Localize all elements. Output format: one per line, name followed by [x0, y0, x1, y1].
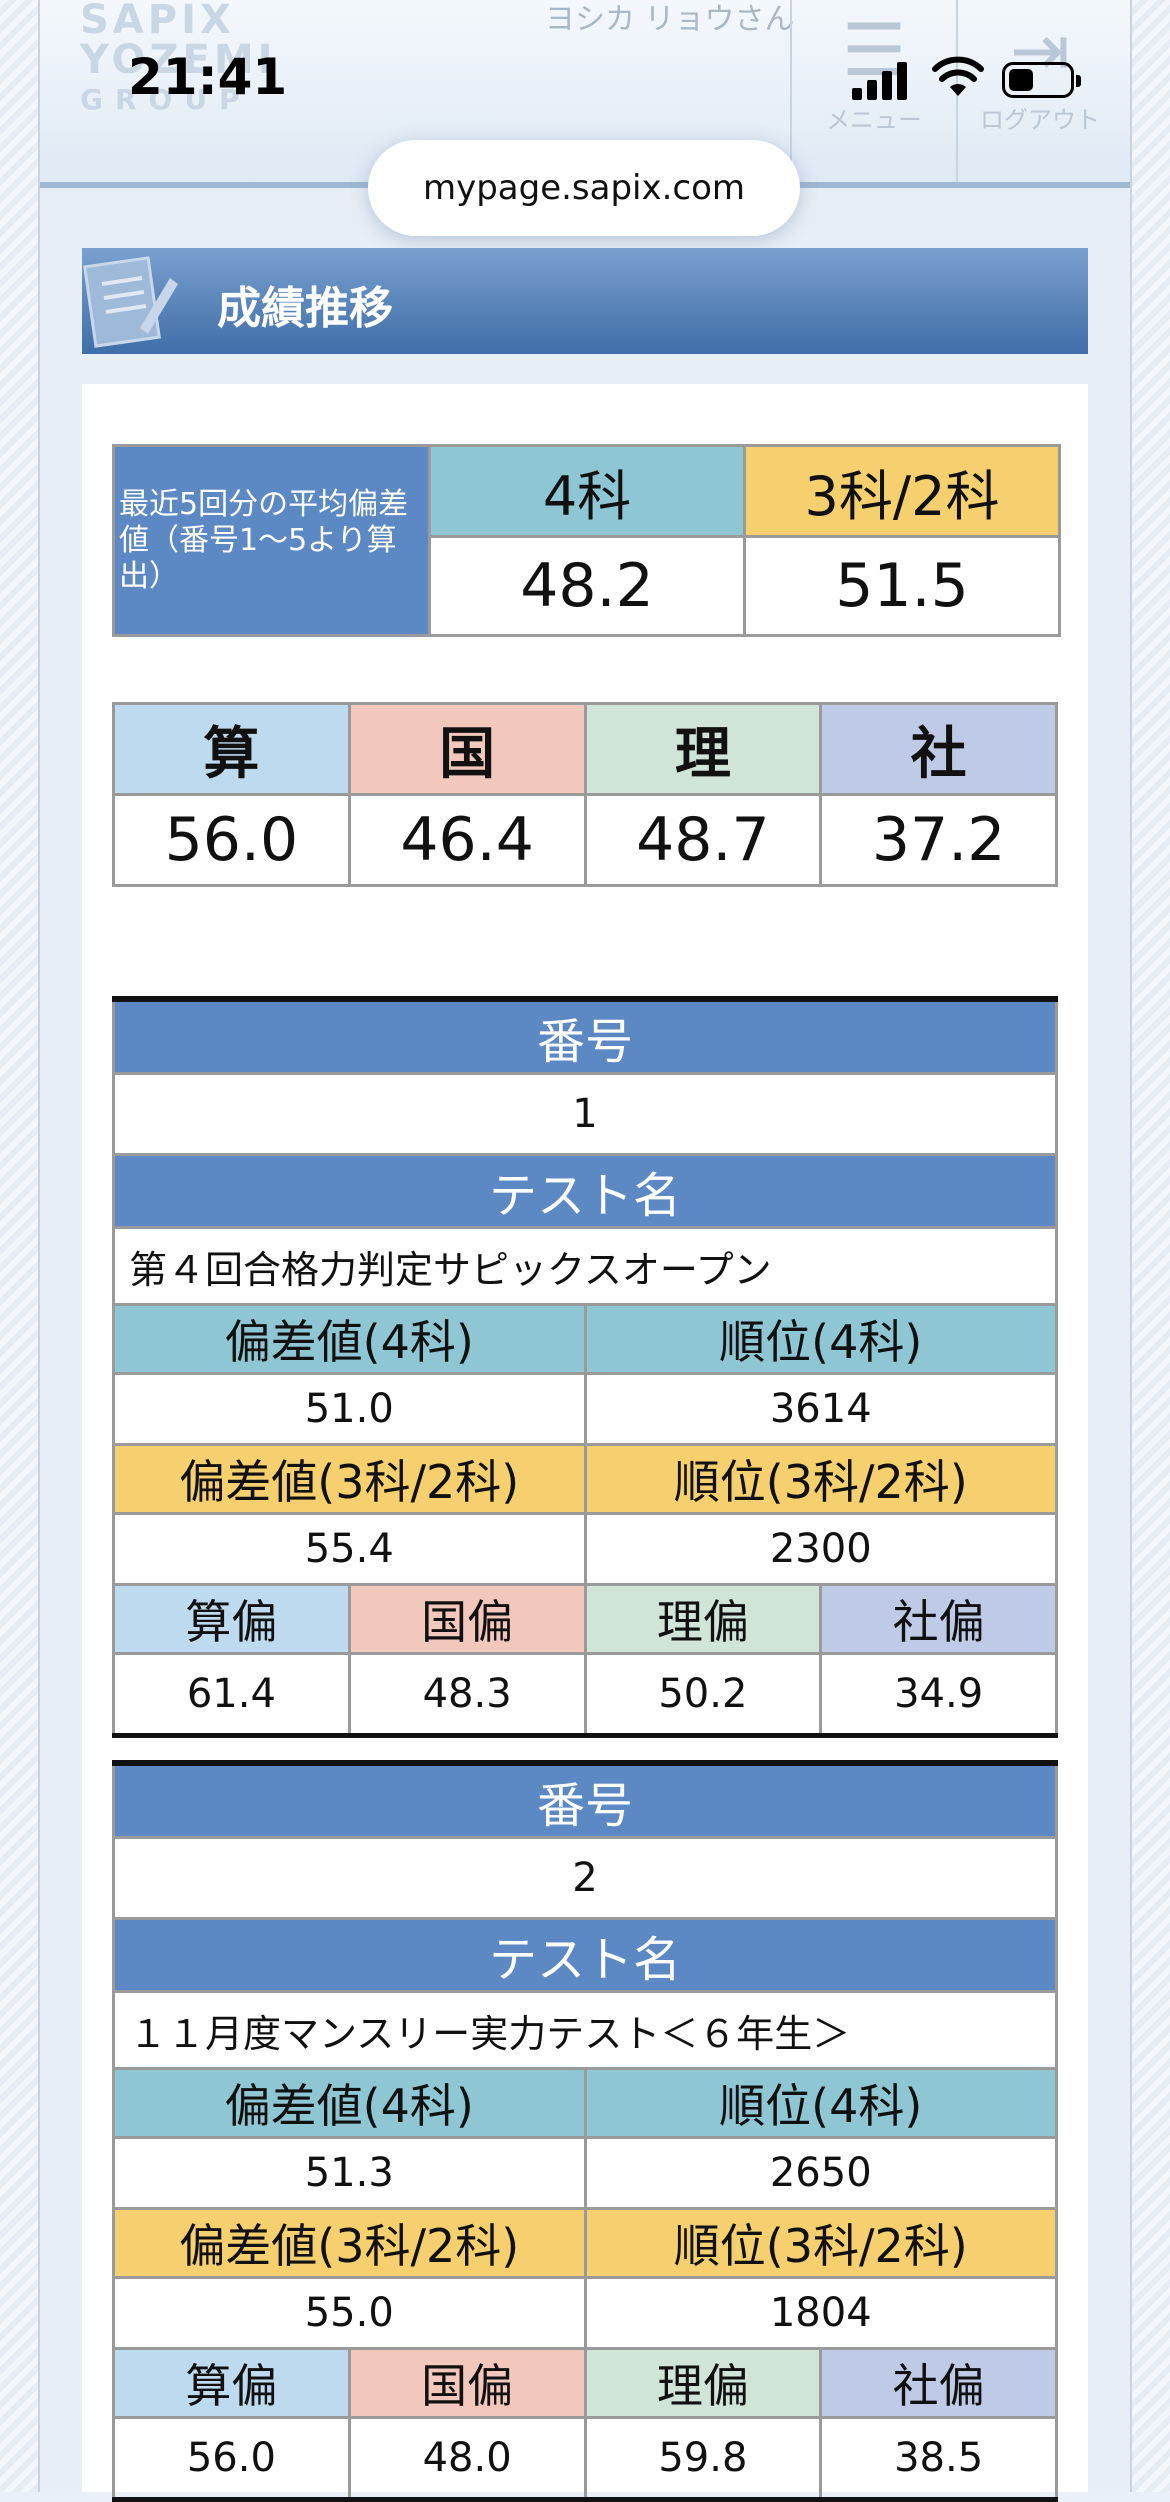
status-icons [852, 54, 1092, 104]
wifi-icon [932, 56, 984, 96]
test-name: １１月度マンスリー実力テスト＜６年生＞ [112, 1990, 1058, 2070]
average-3-subject-header: 3科/2科 [743, 444, 1061, 538]
subject-math-header: 算 [112, 702, 351, 796]
cellular-signal-icon [852, 60, 912, 100]
subject-average-table: 算 国 理 社 56.0 46.4 48.7 37.2 [112, 702, 1058, 887]
memo-pencil-icon [83, 256, 178, 348]
rank4-label: 順位(4科) [583, 1303, 1058, 1375]
japanese-dev-label: 国偏 [347, 2347, 587, 2419]
test-name: 第４回合格力判定サピックスオープン [112, 1226, 1058, 1306]
social-dev-label: 社偏 [819, 1583, 1058, 1655]
status-bar: 21:41 [0, 0, 1170, 150]
average-3-subject-value: 51.5 [743, 535, 1061, 637]
subject-math-value: 56.0 [112, 793, 351, 887]
rank4-value: 3614 [583, 1372, 1058, 1446]
subject-japanese-header: 国 [347, 702, 587, 796]
rank3-label: 順位(3科/2科) [583, 1443, 1058, 1515]
japanese-dev-value: 48.3 [347, 1652, 587, 1737]
dev3-label: 偏差値(3科/2科) [112, 1443, 587, 1515]
test-name-label: テスト名 [112, 1154, 1058, 1228]
japanese-dev-label: 国偏 [347, 1583, 587, 1655]
math-dev-label: 算偏 [112, 1583, 351, 1655]
math-dev-label: 算偏 [112, 2347, 351, 2419]
test-number: 2 [112, 1836, 1058, 1920]
number-label: 番号 [112, 1763, 1058, 1838]
number-label: 番号 [112, 999, 1058, 1074]
average-label: 最近5回分の平均偏差値（番号1〜5より算出） [112, 444, 431, 637]
social-dev-value: 34.9 [819, 1652, 1058, 1737]
page-side-left [0, 0, 40, 2492]
test-number: 1 [112, 1072, 1058, 1156]
average-4-subject-value: 48.2 [428, 535, 746, 637]
url-bar[interactable]: mypage.sapix.com [368, 140, 800, 236]
math-dev-value: 56.0 [112, 2416, 351, 2501]
average-table: 最近5回分の平均偏差値（番号1〜5より算出） 4科 3科/2科 48.2 51.… [112, 444, 1061, 637]
dev3-value: 55.0 [112, 2276, 587, 2350]
subject-social-header: 社 [819, 702, 1058, 796]
status-time: 21:41 [128, 48, 288, 106]
japanese-dev-value: 48.0 [347, 2416, 587, 2501]
science-dev-value: 50.2 [583, 1652, 823, 1737]
rank4-value: 2650 [583, 2136, 1058, 2210]
science-dev-label: 理偏 [583, 1583, 823, 1655]
rank4-label: 順位(4科) [583, 2067, 1058, 2139]
dev4-value: 51.0 [112, 1372, 587, 1446]
rank3-label: 順位(3科/2科) [583, 2207, 1058, 2279]
average-4-subject-header: 4科 [428, 444, 746, 538]
math-dev-value: 61.4 [112, 1652, 351, 1737]
dev3-value: 55.4 [112, 1512, 587, 1586]
rank3-value: 2300 [583, 1512, 1058, 1586]
dev4-value: 51.3 [112, 2136, 587, 2210]
social-dev-value: 38.5 [819, 2416, 1058, 2501]
science-dev-label: 理偏 [583, 2347, 823, 2419]
rank3-value: 1804 [583, 2276, 1058, 2350]
science-dev-value: 59.8 [583, 2416, 823, 2501]
section-title: 成績推移 [217, 283, 393, 334]
social-dev-label: 社偏 [819, 2347, 1058, 2419]
section-heading: 成績推移 [82, 248, 1088, 354]
subject-social-value: 37.2 [819, 793, 1058, 887]
subject-japanese-value: 46.4 [347, 793, 587, 887]
dev4-label: 偏差値(4科) [112, 1303, 587, 1375]
dev4-label: 偏差値(4科) [112, 2067, 587, 2139]
test-name-label: テスト名 [112, 1918, 1058, 1992]
page-side-right [1130, 0, 1170, 2492]
test-result-card: 番号 1 テスト名 第４回合格力判定サピックスオープン 偏差値(4科) 順位(4… [112, 996, 1058, 1738]
subject-science-value: 48.7 [583, 793, 823, 887]
test-result-card: 番号 2 テスト名 １１月度マンスリー実力テスト＜６年生＞ 偏差値(4科) 順位… [112, 1760, 1058, 2502]
battery-icon [1002, 62, 1081, 98]
dev3-label: 偏差値(3科/2科) [112, 2207, 587, 2279]
subject-science-header: 理 [583, 702, 823, 796]
